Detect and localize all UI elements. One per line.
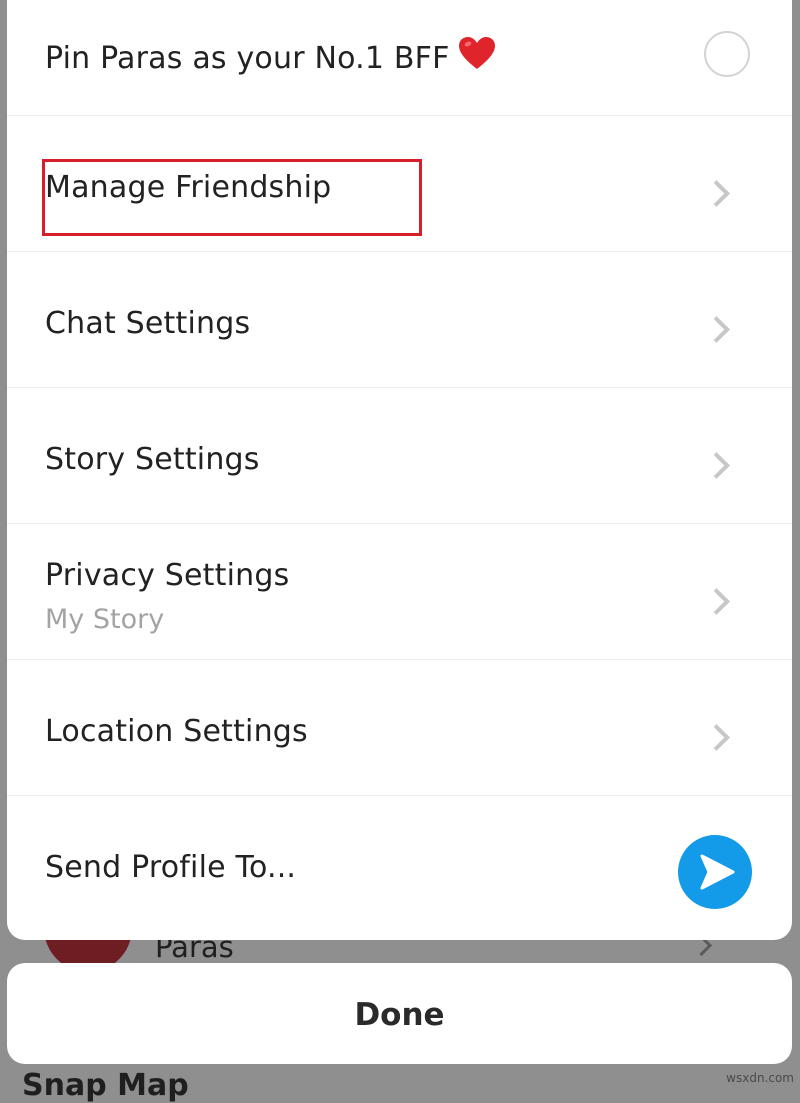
- bff-radio-button[interactable]: [704, 31, 750, 77]
- chevron-right-icon: [703, 316, 730, 343]
- row-chat-settings[interactable]: Chat Settings: [7, 252, 792, 388]
- chevron-right-icon: [703, 452, 730, 479]
- row-location-settings[interactable]: Location Settings: [7, 660, 792, 796]
- privacy-settings-sublabel: My Story: [45, 604, 165, 635]
- row-story-settings[interactable]: Story Settings: [7, 388, 792, 524]
- section-title-snap-map: Snap Map: [22, 1068, 189, 1103]
- privacy-settings-label: Privacy Settings: [45, 558, 290, 593]
- friend-settings-sheet: Pin Paras as your No.1 BFF Manage Friend…: [7, 0, 792, 940]
- send-profile-button[interactable]: [678, 835, 752, 909]
- highlight-box: [42, 159, 422, 236]
- pin-bff-label: Pin Paras as your No.1 BFF: [45, 41, 450, 76]
- send-arrow-icon: [700, 854, 735, 890]
- row-privacy-settings[interactable]: Privacy Settings My Story: [7, 524, 792, 660]
- chevron-right-icon: [703, 724, 730, 751]
- watermark: wsxdn.com: [726, 1071, 794, 1085]
- row-label-wrapper: Pin Paras as your No.1 BFF: [45, 36, 496, 78]
- chat-settings-label: Chat Settings: [45, 306, 251, 341]
- story-settings-label: Story Settings: [45, 442, 260, 477]
- row-pin-bff[interactable]: Pin Paras as your No.1 BFF: [7, 0, 792, 116]
- row-send-profile[interactable]: Send Profile To...: [7, 796, 792, 932]
- location-settings-label: Location Settings: [45, 714, 308, 749]
- done-button[interactable]: Done: [7, 963, 792, 1064]
- done-label: Done: [354, 997, 445, 1033]
- heart-icon: [458, 36, 496, 78]
- chevron-right-icon: [703, 180, 730, 207]
- chevron-right-icon: [703, 588, 730, 615]
- send-profile-label: Send Profile To...: [45, 850, 297, 885]
